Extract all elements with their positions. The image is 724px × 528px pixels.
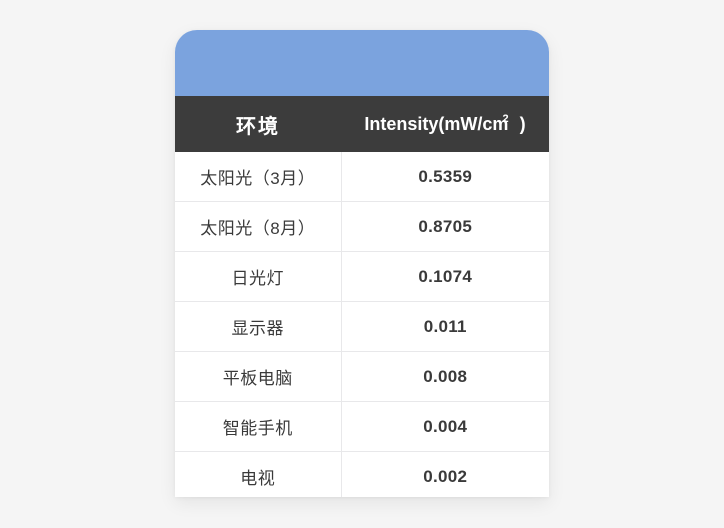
card-banner: [175, 30, 549, 96]
cell-environment: 太阳光（8月）: [175, 201, 342, 252]
cell-environment: 显示器: [175, 301, 342, 352]
column-header-intensity-text: Intensity(mW/cm: [364, 113, 509, 134]
table-row: 太阳光（3月） 0.5359: [175, 152, 549, 202]
cell-environment: 太阳光（3月）: [175, 152, 342, 202]
intensity-table: 环境 Intensity(mW/cm2 ) 太阳光（3月） 0.5359 太阳光…: [175, 96, 549, 497]
column-header-intensity: Intensity(mW/cm2 ): [341, 96, 549, 152]
table-row: 太阳光（8月） 0.8705: [175, 201, 549, 252]
cell-intensity: 0.8705: [341, 201, 549, 252]
table-row: 日光灯 0.1074: [175, 251, 549, 302]
cell-intensity: 0.5359: [341, 152, 549, 202]
table-header-row: 环境 Intensity(mW/cm2 ): [175, 96, 549, 152]
cell-environment: 日光灯: [175, 251, 342, 302]
table-header: 环境 Intensity(mW/cm2 ): [175, 96, 549, 152]
cell-environment: 智能手机: [175, 401, 342, 452]
cell-intensity: 0.1074: [341, 251, 549, 302]
cell-intensity: 0.008: [341, 351, 549, 402]
cell-environment: 电视: [175, 451, 342, 497]
cell-intensity: 0.011: [341, 301, 549, 352]
table-row: 平板电脑 0.008: [175, 351, 549, 402]
column-header-intensity-superscript: 2: [502, 112, 509, 125]
cell-intensity: 0.004: [341, 401, 549, 452]
table-row: 显示器 0.011: [175, 301, 549, 352]
cell-environment: 平板电脑: [175, 351, 342, 402]
table-row: 电视 0.002: [175, 451, 549, 497]
screenshot-stage: 环境 Intensity(mW/cm2 ) 太阳光（3月） 0.5359 太阳光…: [0, 0, 724, 528]
data-table-card: 环境 Intensity(mW/cm2 ) 太阳光（3月） 0.5359 太阳光…: [175, 30, 549, 497]
column-header-intensity-tail: ): [514, 113, 526, 134]
table-body: 太阳光（3月） 0.5359 太阳光（8月） 0.8705 日光灯 0.1074…: [175, 152, 549, 497]
column-header-environment: 环境: [175, 96, 341, 152]
table-row: 智能手机 0.004: [175, 401, 549, 452]
cell-intensity: 0.002: [341, 451, 549, 497]
